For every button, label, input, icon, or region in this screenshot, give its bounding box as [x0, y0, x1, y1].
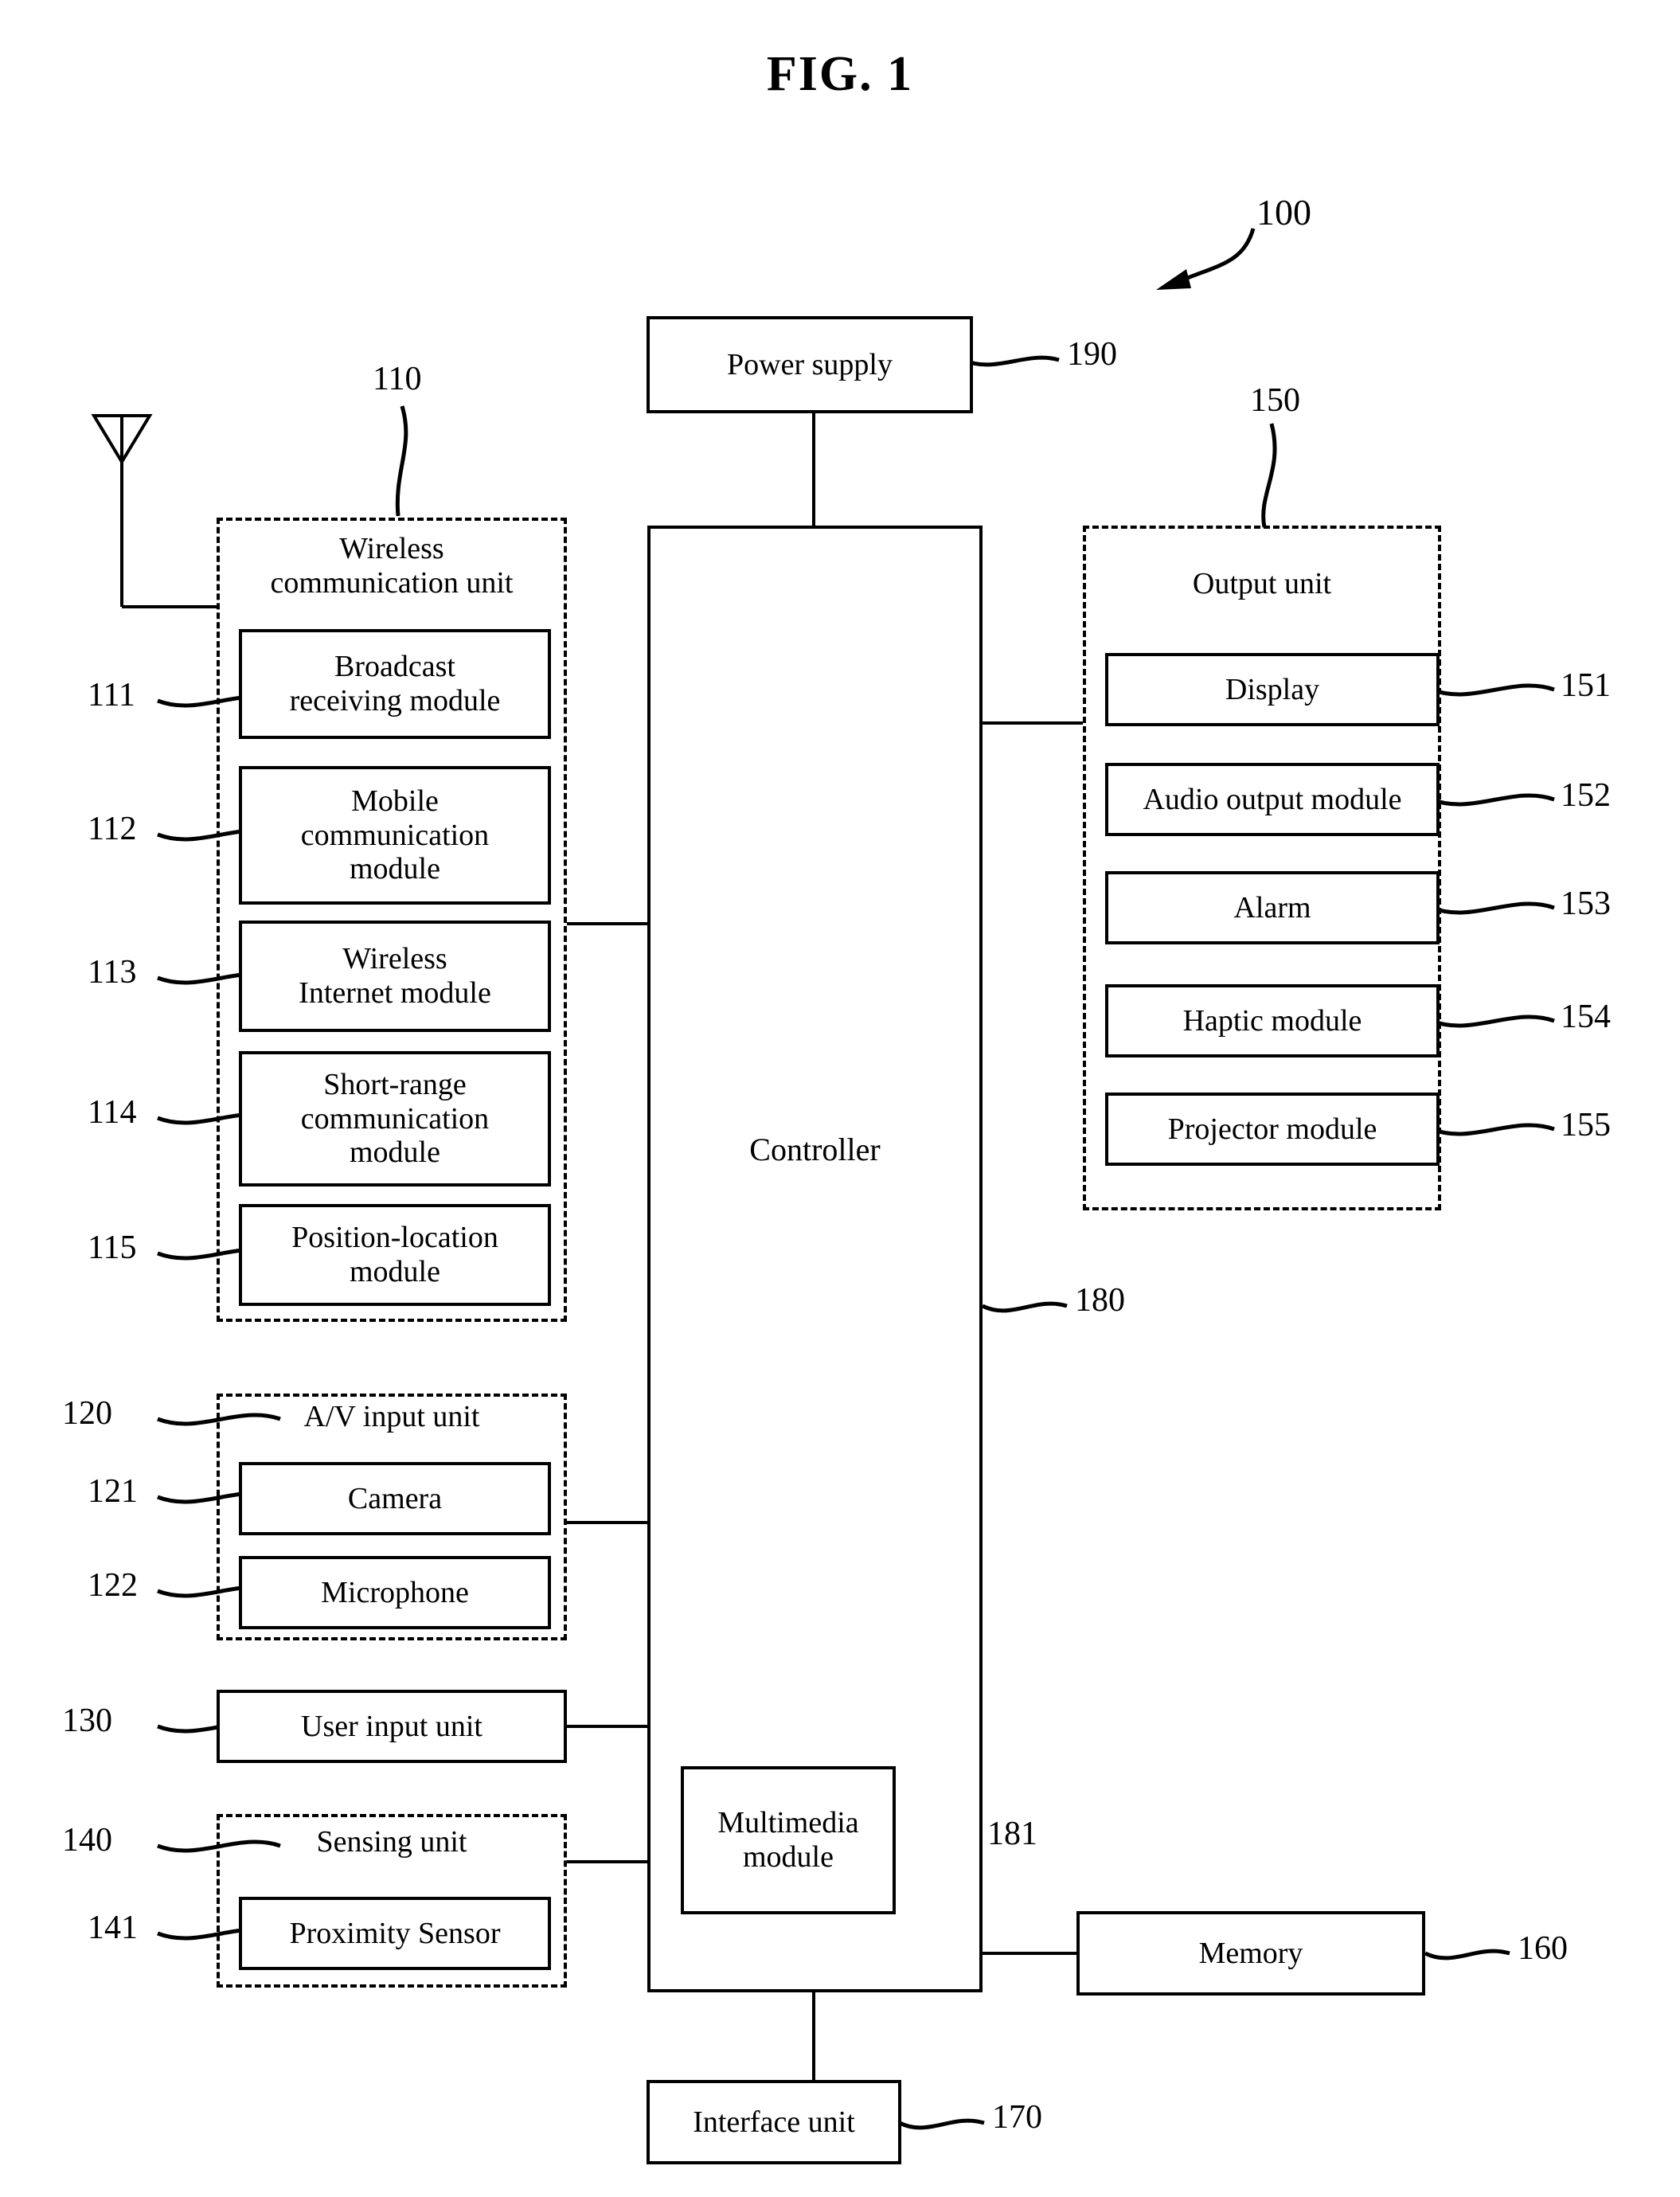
multimedia-module-label: Multimedia module — [717, 1806, 859, 1874]
short-range-communication-module-label: Short-range communication module — [300, 1068, 490, 1170]
ref-122: 122 — [88, 1567, 138, 1604]
camera-block[interactable]: Camera — [239, 1462, 551, 1535]
wireless-internet-module-label: Wireless Internet module — [299, 942, 491, 1010]
interface-unit-label: Interface unit — [693, 2105, 855, 2139]
mobile-communication-module-label: Mobile communication module — [300, 784, 490, 886]
output-unit-title: Output unit — [1192, 567, 1332, 600]
alarm-label: Alarm — [1233, 890, 1311, 925]
haptic-module-block[interactable]: Haptic module — [1105, 984, 1440, 1057]
display-label: Display — [1225, 672, 1320, 706]
ref-100: 100 — [1256, 192, 1311, 233]
mobile-communication-module-block[interactable]: Mobile communication module — [239, 766, 551, 905]
display-block[interactable]: Display — [1105, 653, 1440, 726]
position-location-module-label: Position-location module — [291, 1221, 498, 1288]
projector-module-label: Projector module — [1167, 1112, 1377, 1146]
power-supply-block[interactable]: Power supply — [647, 316, 973, 413]
ref-170: 170 — [992, 2099, 1042, 2136]
audio-output-module-block[interactable]: Audio output module — [1105, 763, 1440, 836]
ref-140: 140 — [62, 1822, 112, 1859]
ref-190: 190 — [1067, 336, 1117, 373]
ref-130: 130 — [62, 1702, 112, 1739]
memory-block[interactable]: Memory — [1076, 1911, 1425, 1996]
ref-121: 121 — [88, 1473, 138, 1510]
ref-152: 152 — [1561, 777, 1611, 814]
power-supply-label: Power supply — [727, 347, 893, 381]
broadcast-receiving-module-label: Broadcast receiving module — [289, 650, 501, 717]
audio-output-module-label: Audio output module — [1143, 782, 1402, 816]
user-input-unit-block[interactable]: User input unit — [217, 1690, 567, 1763]
proximity-sensor-block[interactable]: Proximity Sensor — [239, 1897, 551, 1970]
ref-141: 141 — [88, 1910, 138, 1946]
av-input-unit-title: A/V input unit — [303, 1400, 480, 1433]
ref-150: 150 — [1250, 382, 1300, 419]
ref-153: 153 — [1561, 885, 1611, 922]
sensing-unit-title: Sensing unit — [316, 1825, 467, 1859]
position-location-module-block[interactable]: Position-location module — [239, 1204, 551, 1306]
ref-181: 181 — [987, 1816, 1037, 1852]
ref-114: 114 — [88, 1094, 137, 1131]
multimedia-module-block[interactable]: Multimedia module — [681, 1766, 896, 1914]
wireless-internet-module-block[interactable]: Wireless Internet module — [239, 921, 551, 1032]
short-range-communication-module-block[interactable]: Short-range communication module — [239, 1051, 551, 1186]
ref-151: 151 — [1561, 667, 1611, 704]
ref-120: 120 — [62, 1395, 112, 1432]
projector-module-block[interactable]: Projector module — [1105, 1093, 1440, 1166]
broadcast-receiving-module-block[interactable]: Broadcast receiving module — [239, 629, 551, 739]
microphone-block[interactable]: Microphone — [239, 1556, 551, 1629]
alarm-block[interactable]: Alarm — [1105, 871, 1440, 944]
haptic-module-label: Haptic module — [1182, 1003, 1362, 1038]
ref-154: 154 — [1561, 999, 1611, 1035]
ref-112: 112 — [88, 811, 137, 847]
patent-figure-page: FIG. 1 Power supply 190 100 Controller 1… — [0, 0, 1680, 2197]
microphone-label: Microphone — [321, 1575, 469, 1609]
user-input-unit-label: User input unit — [301, 1709, 483, 1743]
controller-label: Controller — [749, 1132, 881, 1167]
ref-115: 115 — [88, 1229, 137, 1266]
ref-180: 180 — [1075, 1282, 1125, 1319]
figure-title: FIG. 1 — [766, 47, 914, 101]
ref-155: 155 — [1561, 1107, 1611, 1143]
memory-label: Memory — [1198, 1936, 1303, 1970]
ref-111: 111 — [88, 677, 135, 713]
interface-unit-block[interactable]: Interface unit — [647, 2080, 901, 2164]
ref-110: 110 — [373, 361, 422, 397]
camera-label: Camera — [347, 1481, 443, 1515]
ref-160: 160 — [1518, 1930, 1568, 1967]
proximity-sensor-label: Proximity Sensor — [289, 1916, 501, 1950]
ref-113: 113 — [88, 954, 137, 991]
wireless-communication-unit-title: Wireless communication unit — [270, 532, 514, 600]
